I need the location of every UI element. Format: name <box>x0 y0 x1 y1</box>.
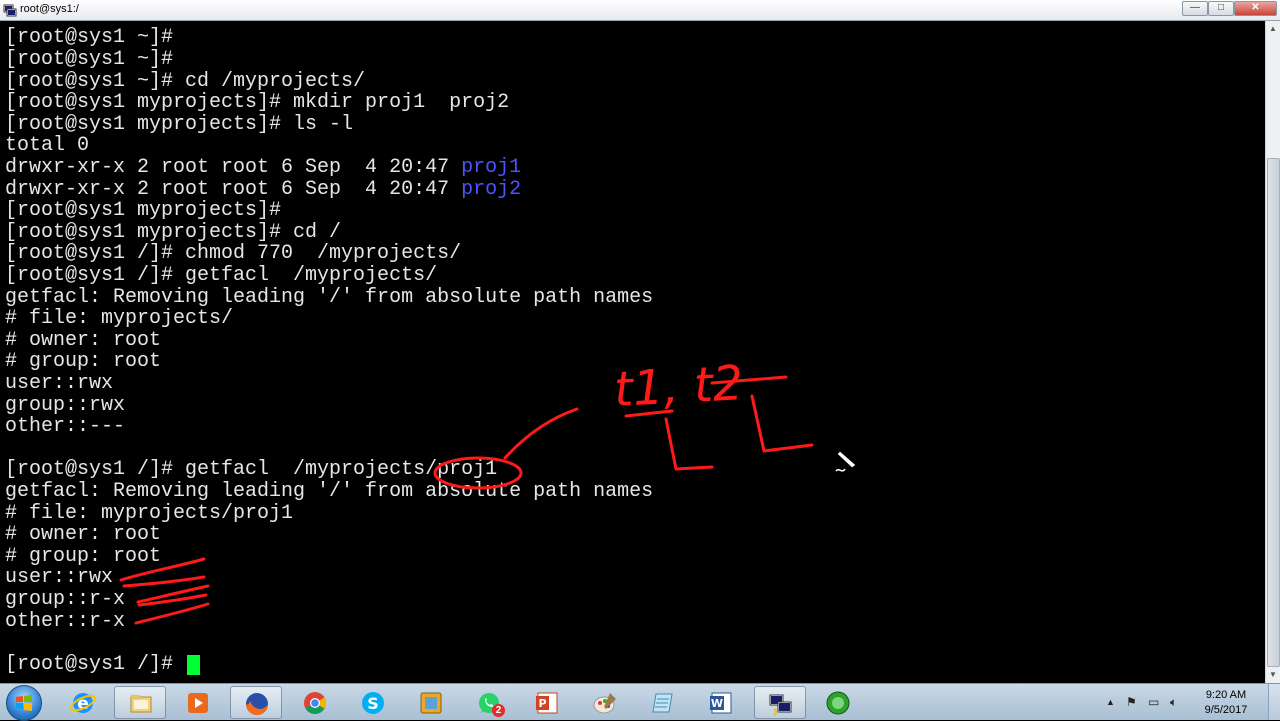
terminal-line: getfacl: Removing leading '/' from absol… <box>5 286 654 309</box>
powerpoint-icon: P <box>536 692 558 714</box>
terminal-line: [root@sys1 myprojects]# mkdir proj1 proj… <box>5 91 510 114</box>
taskbar-firefox[interactable] <box>230 686 282 719</box>
taskbar-internet-explorer[interactable]: e <box>57 686 109 719</box>
scrollbar-thumb[interactable] <box>1267 158 1280 667</box>
display-icon[interactable]: ▭ <box>1148 695 1159 709</box>
taskbar-file-explorer[interactable] <box>114 686 166 719</box>
taskbar-green-circle-app[interactable] <box>812 686 864 719</box>
terminal-line: [root@sys1 /]# getfacl /myprojects/proj1 <box>5 458 498 481</box>
terminal-area[interactable]: [root@sys1 ~]# [root@sys1 ~]# [root@sys1… <box>0 21 1265 683</box>
whatsapp-badge: 2 <box>492 704 505 717</box>
green-circle-app-icon <box>826 691 850 715</box>
taskbar-remote-desktop[interactable] <box>754 686 806 719</box>
close-button[interactable]: ✕ <box>1234 1 1277 16</box>
show-hidden-icons-icon[interactable]: ▲ <box>1106 697 1115 707</box>
annotation-tree-underline <box>624 375 788 418</box>
show-desktop-button[interactable] <box>1268 684 1280 720</box>
taskbar-skype[interactable]: S <box>347 686 399 719</box>
window-title-bar[interactable]: root@sys1:/ — □ ✕ <box>0 0 1280 21</box>
clock-date: 9/5/2017 <box>1204 704 1248 716</box>
taskbar-media-player[interactable] <box>172 686 224 719</box>
terminal-line: [root@sys1 myprojects]# cd / <box>5 221 342 244</box>
taskbar-notepad[interactable] <box>637 686 689 719</box>
remote-desktop-icon <box>769 694 792 716</box>
annotation-underline-4 <box>137 593 208 607</box>
scroll-up-arrow-icon[interactable]: ▲ <box>1266 21 1280 37</box>
terminal-line: [root@sys1 /]# getfacl /myprojects/ <box>5 264 438 287</box>
pen-cursor-icon <box>835 450 857 472</box>
terminal-line: [root@sys1 /]# chmod 770 /myprojects/ <box>5 242 462 265</box>
taskbar-chrome[interactable] <box>289 686 341 719</box>
vertical-scrollbar[interactable]: ▲ ▼ <box>1265 21 1280 683</box>
firefox-icon <box>246 693 268 715</box>
terminal-line: user::rwx <box>5 372 114 395</box>
taskbar-folder-app[interactable] <box>405 686 457 719</box>
scroll-down-arrow-icon[interactable]: ▼ <box>1266 667 1280 683</box>
start-button[interactable] <box>6 685 42 721</box>
terminal-line: other::--- <box>5 415 126 438</box>
media-player-icon <box>188 693 208 713</box>
skype-icon: S <box>362 692 384 714</box>
taskbar-paint[interactable] <box>579 686 631 719</box>
terminal-line: drwxr-xr-x 2 root root 6 Sep 4 20:47 pro… <box>5 157 521 178</box>
terminal-line: total 0 <box>5 134 90 157</box>
text-cursor <box>187 655 200 675</box>
terminal-line: # file: myprojects/ <box>5 307 234 330</box>
terminal-line: drwxr-xr-x 2 root root 6 Sep 4 20:47 pro… <box>5 179 521 200</box>
annotation-underline-5 <box>134 602 210 625</box>
directory-name: proj1 <box>461 156 522 179</box>
directory-name: proj2 <box>461 178 522 201</box>
annotation-underline-2 <box>122 575 206 588</box>
putty-app-icon <box>3 4 17 17</box>
terminal-line: # group: root <box>5 350 162 373</box>
chrome-icon <box>304 692 326 714</box>
terminal-text: drwxr-xr-x 2 root root 6 Sep 4 20:47 <box>5 178 462 201</box>
terminal-line: group::r-x <box>5 588 126 611</box>
terminal-line: user::rwx <box>5 566 114 589</box>
terminal-prompt-line: [root@sys1 /]# <box>5 653 186 676</box>
annotation-text: t1, t2 <box>613 355 745 418</box>
terminal-line: # file: myprojects/proj1 <box>5 502 294 525</box>
taskbar-powerpoint[interactable]: P <box>521 686 573 719</box>
terminal-line: getfacl: Removing leading '/' from absol… <box>5 480 654 503</box>
terminal-line: # owner: root <box>5 523 162 546</box>
terminal-line: # group: root <box>5 545 162 568</box>
svg-text:S: S <box>367 694 379 713</box>
svg-text:P: P <box>538 697 546 710</box>
svg-text:W: W <box>711 697 723 710</box>
annotation-underline-3 <box>136 584 210 604</box>
folder-app-icon <box>420 692 442 714</box>
clock-time: 9:20 AM <box>1205 689 1247 701</box>
terminal-line: [root@sys1 ~]# cd /myprojects/ <box>5 70 366 93</box>
terminal-line: [root@sys1 myprojects]# ls -l <box>5 113 354 136</box>
terminal-text: drwxr-xr-x 2 root root 6 Sep 4 20:47 <box>5 156 462 179</box>
annotation-tree-left <box>664 417 714 471</box>
internet-explorer-icon: e <box>70 693 96 714</box>
maximize-button[interactable]: □ <box>1208 1 1234 16</box>
terminal-line: group::rwx <box>5 394 126 417</box>
terminal-line: [root@sys1 ~]# <box>5 48 174 71</box>
file-explorer-icon <box>130 695 152 713</box>
terminal-line: [root@sys1 ~]# <box>5 26 174 49</box>
paint-icon <box>593 693 616 714</box>
terminal-line: [root@sys1 myprojects]# <box>5 199 282 222</box>
word-icon: W <box>710 692 732 714</box>
taskbar-whatsapp[interactable]: 2 <box>463 686 515 719</box>
taskbar-word[interactable]: W <box>695 686 747 719</box>
volume-icon[interactable]: 🔈︎ <box>1170 695 1177 710</box>
annotation-arrow-line <box>503 407 579 460</box>
action-center-flag-icon[interactable]: ⚑ <box>1126 695 1137 709</box>
terminal-line: # owner: root <box>5 329 162 352</box>
minimize-button[interactable]: — <box>1182 1 1208 16</box>
terminal-line: other::r-x <box>5 610 126 633</box>
windows-logo-icon <box>16 695 32 711</box>
windows-taskbar: e S 2 P W ▲ ⚑ ▭ 🔈︎ 9:20 AM 9/5/2017 <box>0 683 1280 721</box>
window-title: root@sys1:/ <box>20 3 79 15</box>
annotation-tree-right <box>750 394 814 453</box>
system-clock[interactable]: 9:20 AM 9/5/2017 <box>1194 688 1258 718</box>
notepad-icon <box>652 693 673 713</box>
